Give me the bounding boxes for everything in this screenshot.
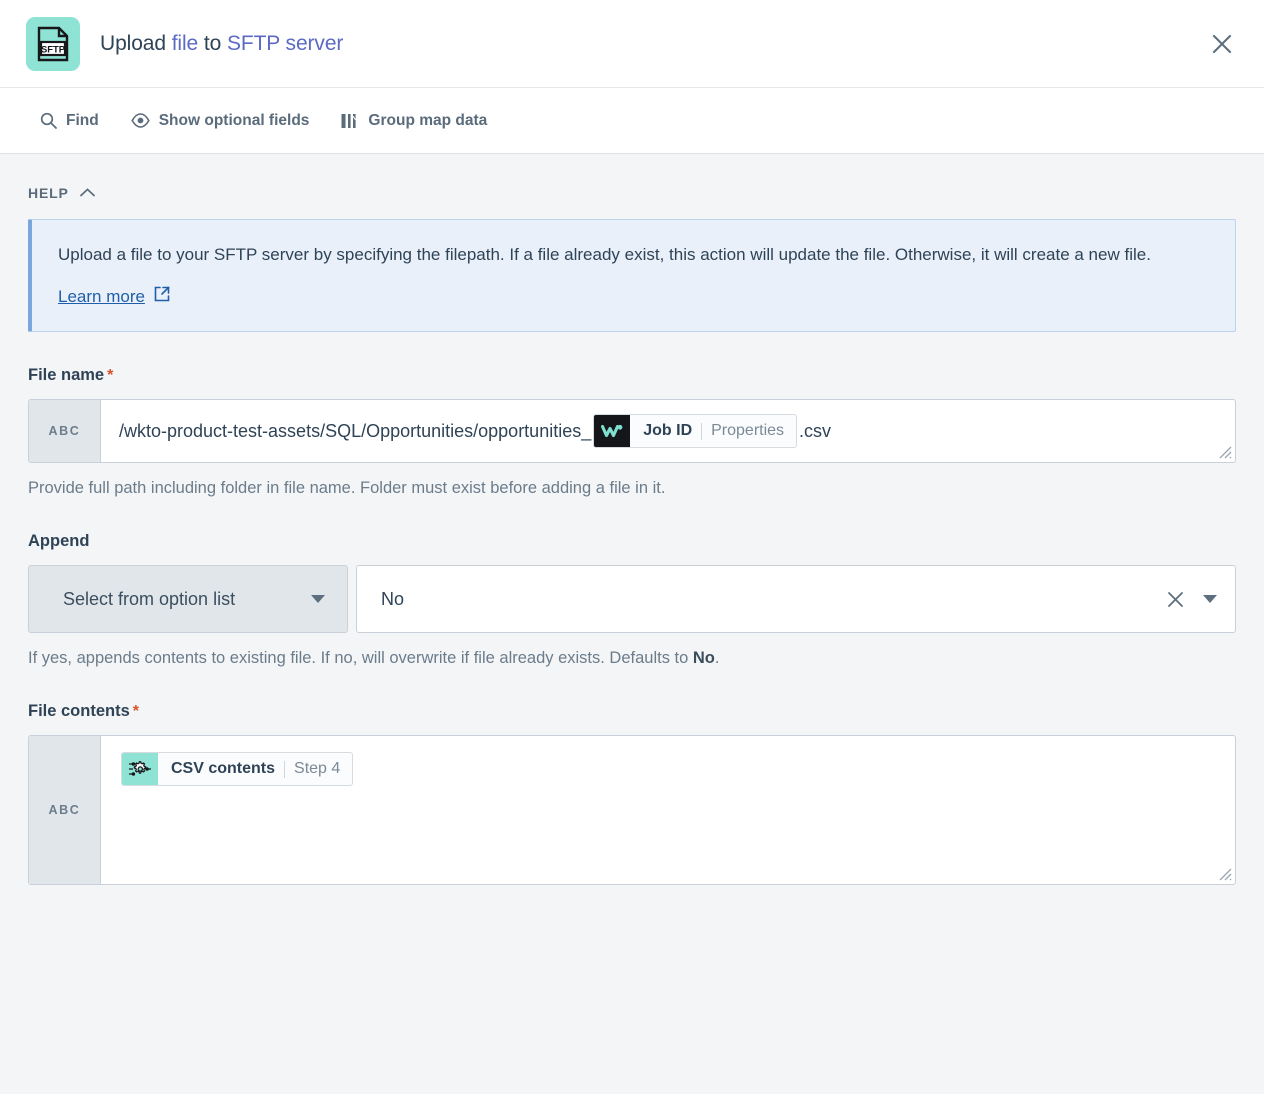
required-asterisk: * bbox=[107, 367, 113, 384]
job-id-token-body: Job ID Properties bbox=[630, 415, 796, 447]
csv-contents-token-source: Step 4 bbox=[294, 758, 340, 780]
group-map-data-label: Group map data bbox=[368, 112, 487, 130]
learn-more-label: Learn more bbox=[58, 287, 145, 307]
search-icon bbox=[40, 112, 57, 129]
append-controls: Select from option list No bbox=[28, 565, 1236, 633]
job-id-token-name: Job ID bbox=[643, 420, 692, 442]
append-hint-suffix: . bbox=[715, 649, 720, 667]
append-value: No bbox=[381, 589, 1166, 610]
dialog-header: SFTP Upload file to SFTP server bbox=[0, 0, 1264, 88]
token-divider bbox=[701, 423, 702, 440]
title-connector: to bbox=[198, 32, 227, 55]
job-id-token-source: Properties bbox=[711, 420, 784, 442]
sftp-file-icon: SFTP bbox=[26, 17, 80, 71]
file-contents-type-tag: ABC bbox=[29, 736, 101, 884]
append-mode-label: Select from option list bbox=[63, 589, 235, 610]
dialog-body: HELP Upload a file to your SFTP server b… bbox=[0, 154, 1264, 1094]
close-button[interactable] bbox=[1204, 26, 1240, 62]
file-name-input[interactable]: /wkto-product-test-assets/SQL/Opportunit… bbox=[101, 400, 1235, 462]
close-icon bbox=[1166, 590, 1185, 609]
append-hint-bold: No bbox=[693, 649, 715, 667]
csv-contents-token-body: CSV contents Step 4 bbox=[158, 753, 352, 785]
chevron-down-icon[interactable] bbox=[1203, 595, 1217, 603]
append-hint-prefix: If yes, appends contents to existing fil… bbox=[28, 649, 693, 667]
help-text: Upload a file to your SFTP server by spe… bbox=[58, 242, 1209, 268]
page-title: Upload file to SFTP server bbox=[100, 32, 343, 56]
file-contents-label-text: File contents bbox=[28, 702, 130, 720]
file-name-field-block: File name* ABC /wkto-product-test-assets… bbox=[28, 366, 1236, 498]
show-optional-fields-label: Show optional fields bbox=[159, 112, 310, 130]
required-asterisk: * bbox=[133, 703, 139, 720]
learn-more-link[interactable]: Learn more bbox=[58, 286, 170, 307]
token-divider bbox=[284, 761, 285, 778]
file-name-label: File name* bbox=[28, 366, 1236, 385]
group-map-data-button[interactable]: Group map data bbox=[341, 112, 487, 130]
file-name-label-text: File name bbox=[28, 366, 104, 384]
group-map-icon bbox=[341, 113, 359, 129]
file-name-input-row[interactable]: ABC /wkto-product-test-assets/SQL/Opport… bbox=[28, 399, 1236, 463]
file-name-hint: Provide full path including folder in fi… bbox=[28, 479, 1236, 498]
csv-contents-token[interactable]: CSV contents Step 4 bbox=[121, 752, 353, 786]
job-id-token[interactable]: Job ID Properties bbox=[593, 414, 797, 448]
help-section-label: HELP bbox=[28, 185, 69, 201]
help-callout: Upload a file to your SFTP server by spe… bbox=[28, 219, 1236, 332]
append-hint: If yes, appends contents to existing fil… bbox=[28, 649, 1236, 668]
title-object: file bbox=[172, 32, 198, 55]
find-label: Find bbox=[66, 112, 99, 130]
file-name-value-suffix: .csv bbox=[799, 419, 831, 444]
close-icon bbox=[1211, 33, 1233, 55]
eye-icon bbox=[131, 113, 150, 128]
file-name-type-tag: ABC bbox=[29, 400, 101, 462]
help-section-toggle[interactable]: HELP bbox=[28, 184, 95, 202]
clear-value-button[interactable] bbox=[1166, 590, 1185, 609]
file-contents-field-block: File contents* ABC bbox=[28, 702, 1236, 885]
chevron-down-icon bbox=[311, 595, 325, 603]
show-optional-fields-button[interactable]: Show optional fields bbox=[131, 112, 310, 130]
file-name-value-prefix: /wkto-product-test-assets/SQL/Opportunit… bbox=[119, 419, 591, 444]
append-label: Append bbox=[28, 532, 1236, 551]
find-button[interactable]: Find bbox=[40, 112, 99, 130]
file-contents-input[interactable]: CSV contents Step 4 bbox=[101, 736, 1235, 884]
title-target: SFTP server bbox=[227, 32, 343, 55]
external-link-icon bbox=[154, 286, 170, 307]
append-value-select[interactable]: No bbox=[356, 565, 1236, 633]
file-contents-input-row[interactable]: ABC bbox=[28, 735, 1236, 885]
append-field-block: Append Select from option list No bbox=[28, 532, 1236, 668]
file-contents-label: File contents* bbox=[28, 702, 1236, 721]
append-mode-select[interactable]: Select from option list bbox=[28, 565, 348, 633]
chevron-up-icon bbox=[80, 184, 95, 202]
csv-contents-token-name: CSV contents bbox=[171, 758, 275, 780]
csv-gear-icon bbox=[122, 753, 158, 785]
svg-text:SFTP: SFTP bbox=[41, 43, 65, 54]
workato-logo-icon bbox=[594, 415, 630, 447]
toolbar: Find Show optional fields Group map data bbox=[0, 88, 1264, 154]
title-verb: Upload bbox=[100, 32, 172, 55]
append-value-actions bbox=[1166, 590, 1217, 609]
